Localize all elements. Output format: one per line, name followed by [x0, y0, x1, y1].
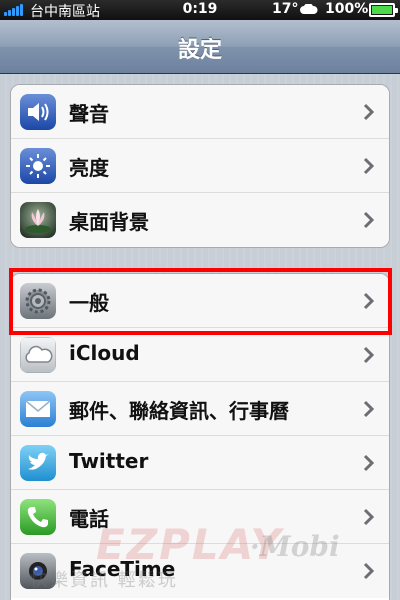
settings-row-label: 一般 [69, 291, 109, 315]
chevron-right-icon [363, 400, 375, 418]
settings-row-wallpaper[interactable]: 桌面背景 [11, 193, 389, 247]
settings-row-label: 郵件、聯絡資訊、行事曆 [69, 399, 289, 423]
temperature: 17° [272, 1, 299, 17]
phone-icon [20, 499, 56, 535]
settings-row-brightness[interactable]: 亮度 [11, 139, 389, 193]
page-title: 設定 [177, 38, 222, 63]
settings-row-label: 亮度 [69, 156, 109, 180]
facetime-icon [20, 553, 56, 589]
gear-icon [20, 283, 56, 319]
battery-icon [369, 3, 398, 17]
chevron-right-icon [363, 346, 375, 364]
settings-row-sounds[interactable]: 聲音 [11, 85, 389, 139]
brightness-icon [20, 148, 56, 184]
cloud-icon [300, 4, 318, 14]
status-bar: 台中南區站 0:19 17° 100% [0, 0, 400, 20]
chevron-right-icon [363, 454, 375, 472]
twitter-icon [20, 445, 56, 481]
battery-percentage: 100% [325, 1, 369, 17]
settings-row-facetime[interactable]: FaceTime [11, 544, 389, 598]
settings-row-icloud[interactable]: iCloud [11, 328, 389, 382]
chevron-right-icon [363, 292, 375, 310]
settings-row-phone[interactable]: 電話 [11, 490, 389, 544]
settings-row-label: iCloud [69, 341, 140, 365]
chevron-right-icon [363, 157, 375, 175]
wallpaper-icon [20, 202, 56, 238]
settings-group-apps: 一般 iCloud 郵件、聯絡資訊、行事曆 Twitter 電話 FaceTim… [10, 273, 390, 600]
chevron-right-icon [363, 508, 375, 526]
settings-group-display: 聲音 亮度 桌面背景 [10, 84, 390, 248]
settings-row-label: FaceTime [69, 557, 176, 581]
settings-row-label: 聲音 [69, 102, 109, 126]
settings-row-mail[interactable]: 郵件、聯絡資訊、行事曆 [11, 382, 389, 436]
mail-icon [20, 391, 56, 427]
speaker-icon [20, 94, 56, 130]
navigation-bar: 設定 [0, 20, 400, 74]
chevron-right-icon [363, 562, 375, 580]
icloud-icon [20, 337, 56, 373]
settings-row-general[interactable]: 一般 [11, 274, 389, 328]
settings-row-label: 電話 [69, 507, 109, 531]
settings-row-label: 桌面背景 [69, 210, 149, 234]
chevron-right-icon [363, 211, 375, 229]
settings-row-twitter[interactable]: Twitter [11, 436, 389, 490]
chevron-right-icon [363, 103, 375, 121]
settings-row-label: Twitter [69, 449, 149, 473]
